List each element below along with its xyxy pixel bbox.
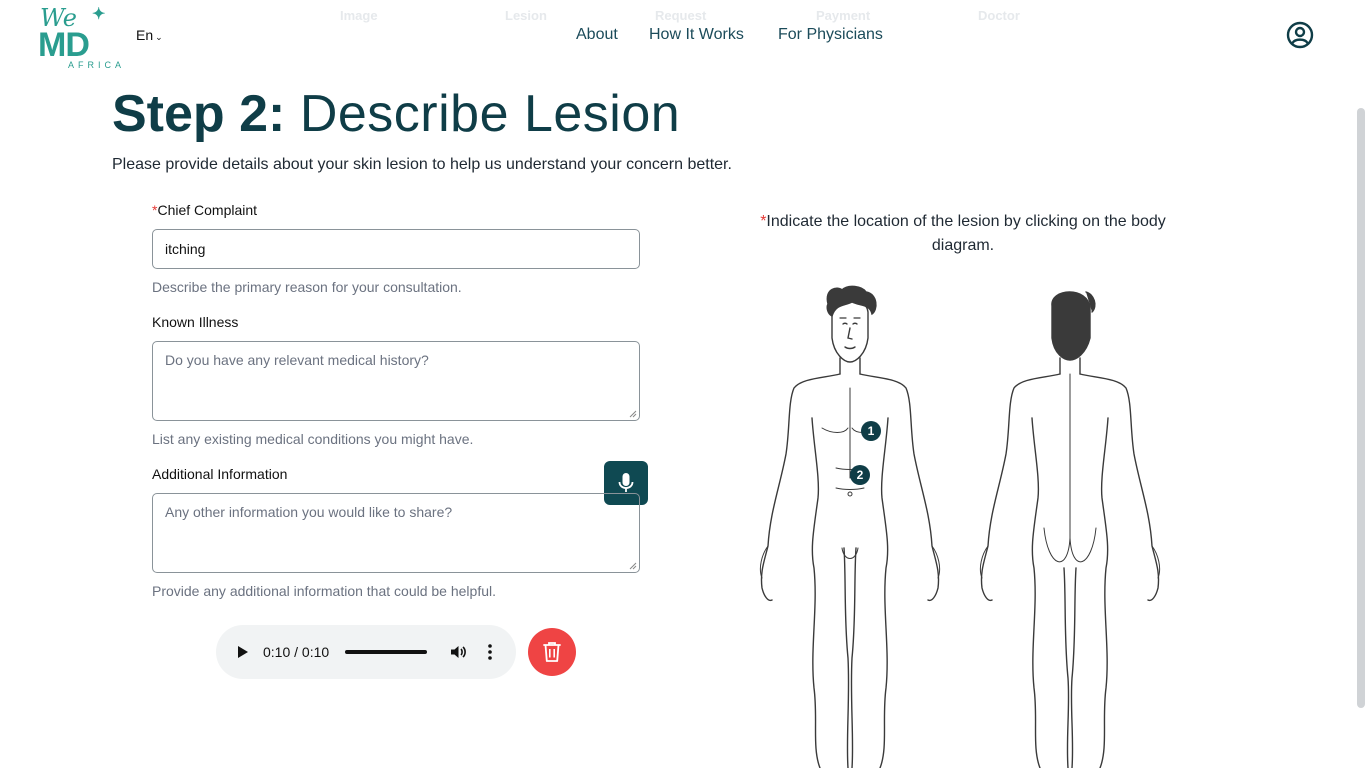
known-illness-textarea[interactable]: Do you have any relevant medical history… [152,341,640,421]
step-lesion: Lesion [505,8,547,23]
step-image: Image [340,8,378,23]
step-request: Request [655,8,707,23]
instruction-text: Indicate the location of the lesion by c… [766,213,1166,254]
step-doctor: Doctor [978,8,1020,23]
volume-icon[interactable] [448,642,468,662]
sparkle-icon: ✦ [92,6,106,23]
additional-info-textarea[interactable]: Any other information you would like to … [152,493,640,573]
top-navigation: Image Lesion Request Payment Doctor We ✦… [0,0,1366,76]
body-front[interactable] [759,285,941,769]
body-diagram[interactable]: 1 2 [740,278,1180,769]
lesion-marker-1[interactable]: 1 [861,421,881,441]
label-text: Chief Complaint [157,202,258,218]
chief-complaint-help: Describe the primary reason for your con… [152,279,462,295]
trash-icon [543,642,561,662]
user-circle-icon[interactable] [1286,21,1314,49]
additional-info-label: Additional Information [152,466,288,482]
lesion-marker-2[interactable]: 2 [850,465,870,485]
logo-subtext: AFRICA [68,60,126,70]
chevron-down-icon: ⌄ [155,32,163,42]
play-icon[interactable] [236,644,250,660]
page-subtitle: Please provide details about your skin l… [112,156,732,173]
logo[interactable]: We ✦ MD AFRICA [38,4,121,70]
delete-recording-button[interactable] [528,628,576,676]
step-indicator: Image Lesion Request Payment Doctor [0,8,1366,28]
nav-about[interactable]: About [576,26,618,44]
resize-handle-icon[interactable] [629,410,637,418]
resize-handle-icon[interactable] [629,562,637,570]
language-label: En [136,27,154,43]
body-diagram-svg[interactable] [740,278,1180,769]
more-vertical-icon[interactable] [486,642,494,662]
page-scrollbar[interactable] [1357,108,1365,708]
nav-for-physicians[interactable]: For Physicians [778,26,883,44]
language-selector[interactable]: En ⌄ [136,27,163,43]
page-title: Step 2: Describe Lesion [112,84,680,144]
title-text: Describe Lesion [299,85,681,143]
additional-info-help: Provide any additional information that … [152,583,496,599]
body-back[interactable] [979,291,1161,769]
chief-complaint-input[interactable] [152,229,640,269]
audio-progress-slider[interactable] [345,650,427,654]
additional-info-placeholder: Any other information you would like to … [165,504,453,520]
nav-how-it-works[interactable]: How It Works [649,26,744,44]
audio-time: 0:10 / 0:10 [263,644,330,660]
step-payment: Payment [816,8,871,23]
title-step: Step 2: [112,85,286,143]
known-illness-help: List any existing medical conditions you… [152,431,474,447]
audio-player: 0:10 / 0:10 [216,625,516,679]
diagram-instruction: *Indicate the location of the lesion by … [740,210,1186,258]
chief-complaint-label: *Chief Complaint [152,202,257,218]
known-illness-placeholder: Do you have any relevant medical history… [165,352,429,368]
known-illness-label: Known Illness [152,314,239,330]
